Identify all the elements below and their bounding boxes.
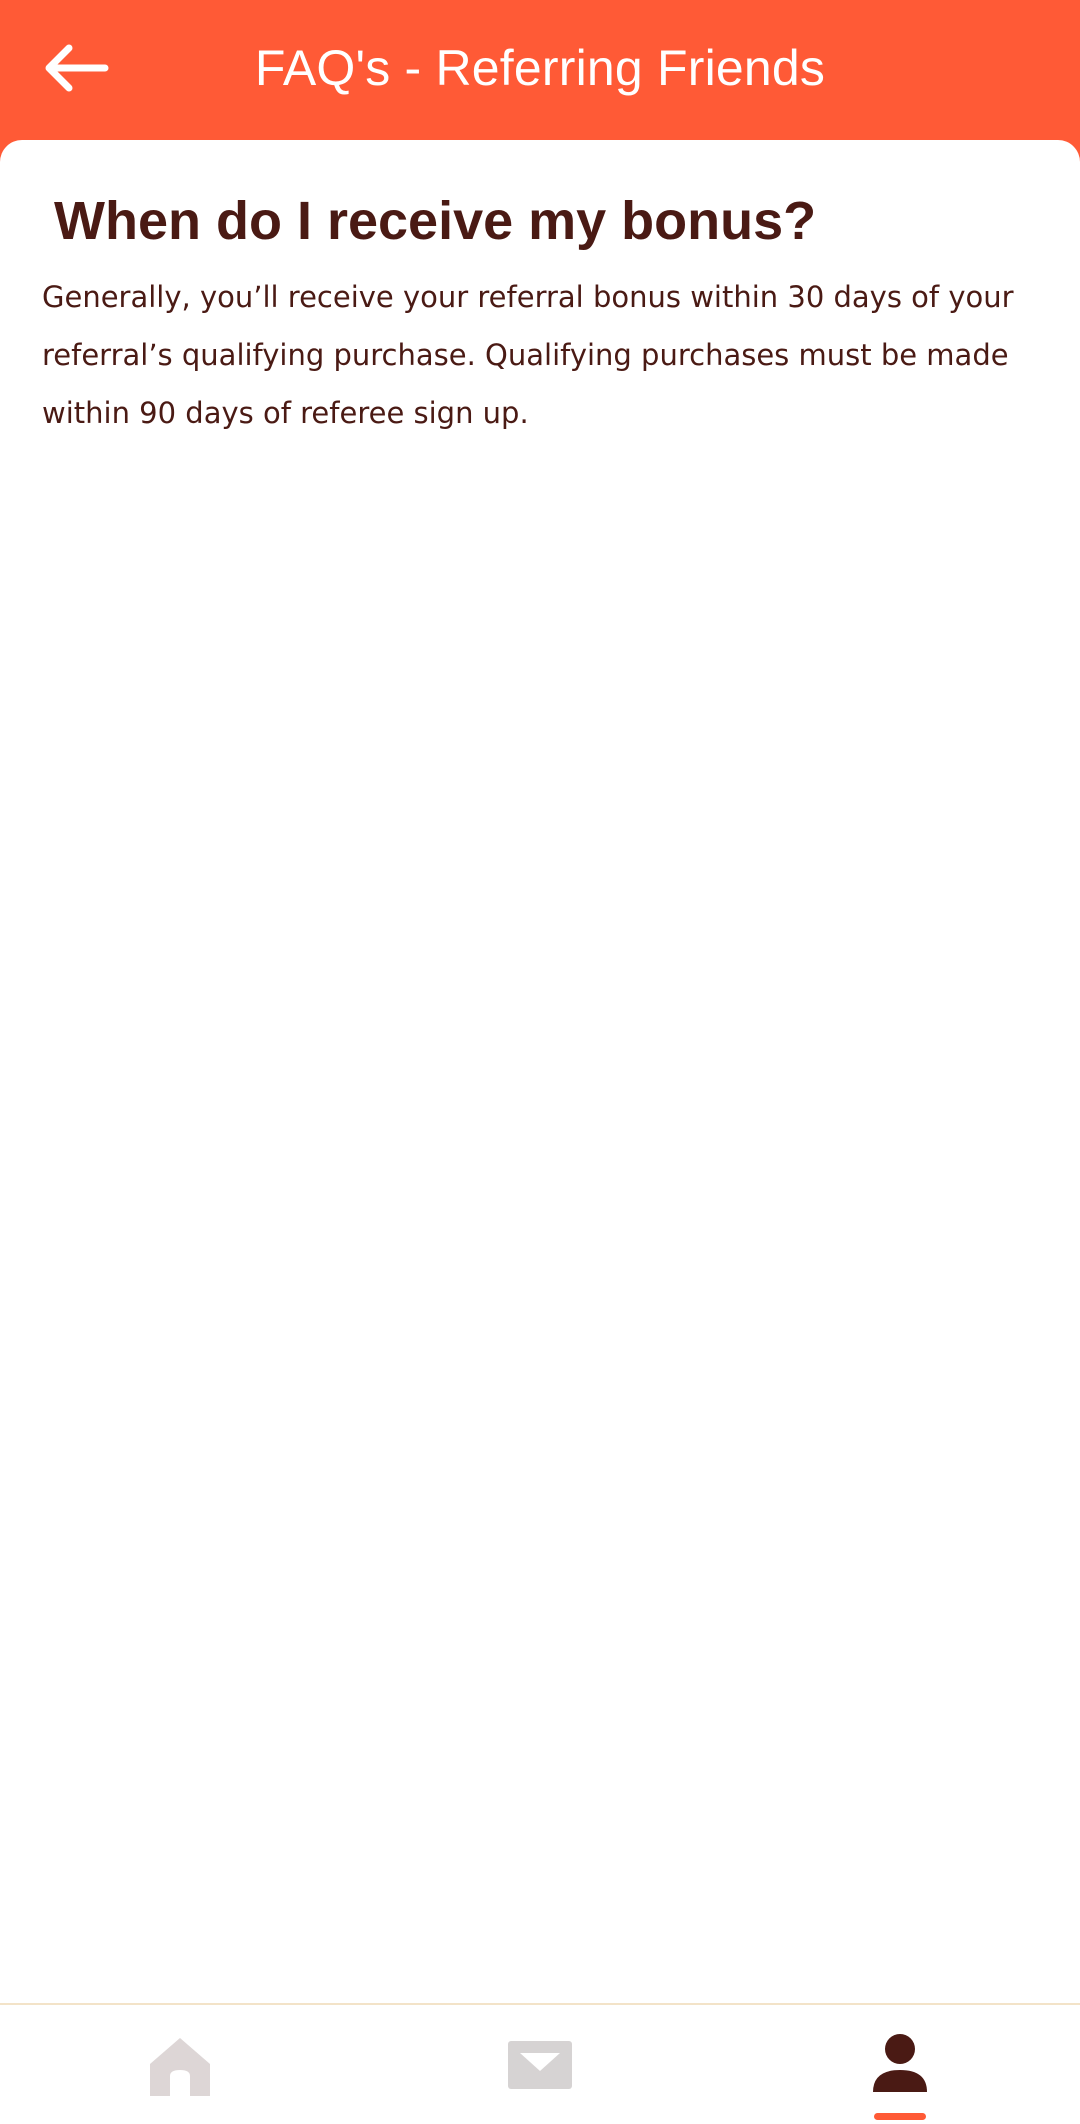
faq-content-card: When do I receive my bonus? Generally, y… — [0, 140, 1080, 2004]
nav-inbox-button[interactable] — [460, 2005, 620, 2124]
active-tab-indicator — [874, 2113, 926, 2120]
inbox-icon — [508, 2040, 572, 2089]
app-header: FAQ's - Referring Friends — [0, 0, 1080, 140]
nav-profile-button[interactable] — [820, 2005, 980, 2124]
nav-home-button[interactable] — [100, 2005, 260, 2124]
bottom-navigation — [0, 2003, 1080, 2124]
faq-answer: Generally, you’ll receive your referral … — [42, 280, 1014, 430]
profile-icon — [873, 2033, 927, 2092]
faq-question: When do I receive my bonus? — [54, 191, 817, 251]
home-icon — [150, 2037, 210, 2096]
page-title: FAQ's - Referring Friends — [254, 40, 826, 96]
